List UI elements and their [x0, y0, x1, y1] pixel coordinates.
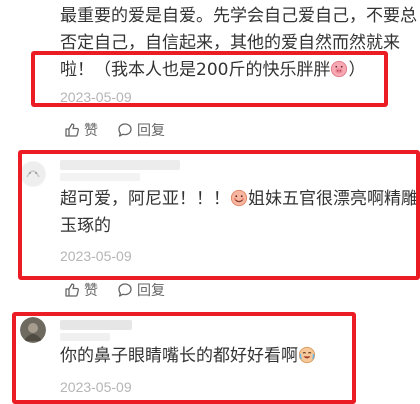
comment-1-date: 2023-05-09: [60, 89, 132, 105]
comment-1-like-button[interactable]: 赞: [64, 120, 98, 140]
comment-1-like-label: 赞: [84, 123, 98, 139]
comment-bubble-icon: [118, 123, 132, 137]
comment-1-reply-label: 回复: [137, 123, 165, 139]
comment-1-line-1: 最重要的爱是自爱。先学会自己爱自己，不要总: [60, 6, 417, 26]
comment-2-like-button[interactable]: 赞: [64, 280, 98, 300]
comment-2-reply-label: 回复: [137, 283, 165, 299]
comment-2-like-label: 赞: [84, 283, 98, 299]
comment-1-reply-button[interactable]: 回复: [117, 120, 165, 140]
highlight-box-3: [12, 312, 356, 404]
highlight-box-2: [18, 150, 420, 280]
comment-2-reply-button[interactable]: 回复: [117, 280, 165, 300]
thumbs-up-icon: [65, 123, 79, 137]
comment-bubble-icon: [118, 283, 132, 297]
thumbs-up-icon: [65, 283, 79, 297]
